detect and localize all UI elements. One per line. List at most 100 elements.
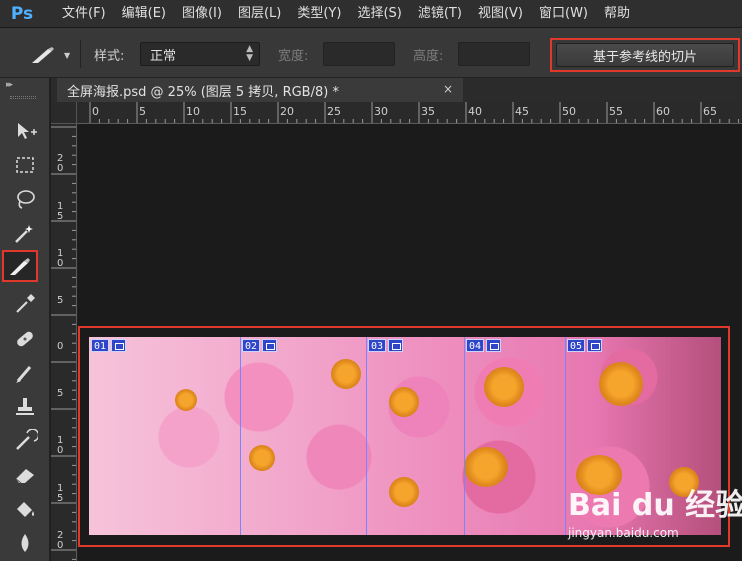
width-field[interactable] xyxy=(323,42,395,66)
vertical-ruler[interactable]: 20 15 10 5 0 5 10 15 20 xyxy=(51,124,77,561)
ruler-label: 20 xyxy=(57,153,64,174)
lasso-tool-icon xyxy=(17,190,35,209)
ruler-label: 5 xyxy=(57,295,64,306)
slice-divider[interactable] xyxy=(464,337,465,535)
ruler-label: 35 xyxy=(421,105,435,118)
slice-divider[interactable] xyxy=(240,337,241,535)
ruler-origin[interactable] xyxy=(51,102,77,124)
ruler-label: 65 xyxy=(703,105,717,118)
menu-filter[interactable]: 滤镜(T) xyxy=(410,0,470,28)
history-brush-tool[interactable] xyxy=(4,426,46,456)
menu-file[interactable]: 文件(F) xyxy=(54,0,114,28)
slice-badge[interactable]: 05 xyxy=(567,339,603,352)
brush-tool-icon xyxy=(16,366,32,383)
move-tool[interactable] xyxy=(4,116,46,146)
ruler-label: 5 xyxy=(57,388,64,399)
ruler-label: 60 xyxy=(656,105,670,118)
move-tool-icon xyxy=(18,123,37,139)
ruler-label: 50 xyxy=(562,105,576,118)
ruler-label: 0 xyxy=(57,341,64,352)
slice-badge[interactable]: 03 xyxy=(368,339,404,352)
slice-badge[interactable]: 01 xyxy=(91,339,127,352)
watermark-brand: Bai du 经验 xyxy=(568,488,742,523)
flower-center xyxy=(389,477,419,507)
magic-wand-tool[interactable] xyxy=(4,218,46,248)
panel-grip[interactable] xyxy=(10,96,36,99)
style-select[interactable]: 正常 ▲ ▼ xyxy=(140,42,260,66)
ruler-label: 45 xyxy=(515,105,529,118)
magic-wand-tool-icon xyxy=(15,225,33,243)
menu-view[interactable]: 视图(V) xyxy=(470,0,531,28)
slice-tool-icon xyxy=(10,258,30,275)
ruler-label: 5 xyxy=(139,105,146,118)
updown-arrows-icon: ▲ ▼ xyxy=(246,44,253,63)
image-slice-icon xyxy=(262,339,278,352)
flower-center xyxy=(331,359,361,389)
ruler-label: 0 xyxy=(92,105,99,118)
flower-center xyxy=(484,367,524,407)
options-divider xyxy=(80,40,81,68)
marquee-tool[interactable] xyxy=(4,150,46,180)
photoshop-logo: Ps xyxy=(10,3,34,24)
menu-edit[interactable]: 编辑(E) xyxy=(114,0,174,28)
slice-number: 05 xyxy=(567,339,586,352)
ruler-label: 20 xyxy=(280,105,294,118)
tools-panel: ▸▸ xyxy=(0,78,50,561)
chevron-down-icon: ▼ xyxy=(64,50,71,60)
height-field[interactable] xyxy=(458,42,530,66)
close-icon[interactable]: × xyxy=(443,82,453,96)
stamp-tool-icon xyxy=(16,398,34,415)
ruler-label: 25 xyxy=(327,105,341,118)
image-slice-icon xyxy=(111,339,127,352)
eyedropper-tool[interactable] xyxy=(4,288,46,318)
brush-tool[interactable] xyxy=(4,358,46,388)
slice-badge[interactable]: 02 xyxy=(242,339,278,352)
ruler-label: 20 xyxy=(57,530,64,551)
flower-center xyxy=(599,362,643,406)
tool-preset-picker[interactable]: ▼ xyxy=(30,44,74,66)
horizontal-ruler[interactable]: 0 5 10 15 20 25 30 35 40 45 50 55 60 65 xyxy=(77,102,742,124)
menu-window[interactable]: 窗口(W) xyxy=(531,0,596,28)
healing-brush-tool-icon xyxy=(17,331,33,347)
menu-help[interactable]: 帮助 xyxy=(596,0,638,28)
ruler-ticks xyxy=(89,102,740,123)
eraser-tool-icon xyxy=(15,469,34,484)
blur-tool[interactable] xyxy=(4,528,46,558)
image-slice-icon xyxy=(388,339,404,352)
ruler-label: 55 xyxy=(609,105,623,118)
eyedropper-tool-icon xyxy=(16,294,35,313)
width-label: 宽度: xyxy=(278,49,309,64)
slice-divider[interactable] xyxy=(565,337,566,535)
flower-center xyxy=(464,447,508,487)
ruler-label: 10 xyxy=(57,248,64,269)
height-label: 高度: xyxy=(413,49,444,64)
menu-layer[interactable]: 图层(L) xyxy=(230,0,289,28)
slices-from-guides-button[interactable]: 基于参考线的切片 xyxy=(556,43,734,67)
lasso-tool[interactable] xyxy=(4,184,46,214)
slice-number: 03 xyxy=(368,339,387,352)
stamp-tool[interactable] xyxy=(4,392,46,422)
document-tab[interactable]: 全屏海报.psd @ 25% (图层 5 拷贝, RGB/8) * × xyxy=(57,78,463,102)
slice-tool[interactable] xyxy=(2,250,38,282)
paint-bucket-tool[interactable] xyxy=(4,494,46,524)
watermark-url: jingyan.baidu.com xyxy=(568,526,679,540)
menu-select[interactable]: 选择(S) xyxy=(349,0,409,28)
ruler-label: 15 xyxy=(57,483,64,504)
image-slice-icon xyxy=(587,339,603,352)
history-brush-tool-icon xyxy=(16,429,38,450)
ruler-label: 10 xyxy=(186,105,200,118)
paint-bucket-tool-icon xyxy=(17,502,34,517)
menu-type[interactable]: 类型(Y) xyxy=(289,0,349,28)
ruler-label: 15 xyxy=(233,105,247,118)
slice-number: 04 xyxy=(466,339,485,352)
slice-badge[interactable]: 04 xyxy=(466,339,502,352)
ruler-label: 30 xyxy=(374,105,388,118)
flower-center xyxy=(389,387,419,417)
healing-brush-tool[interactable] xyxy=(4,324,46,354)
slice-number: 02 xyxy=(242,339,261,352)
eraser-tool[interactable] xyxy=(4,460,46,490)
collapse-arrows-icon[interactable]: ▸▸ xyxy=(6,80,13,90)
menu-image[interactable]: 图像(I) xyxy=(174,0,230,28)
slice-divider[interactable] xyxy=(366,337,367,535)
document-tab-title: 全屏海报.psd @ 25% (图层 5 拷贝, RGB/8) * xyxy=(67,84,339,100)
